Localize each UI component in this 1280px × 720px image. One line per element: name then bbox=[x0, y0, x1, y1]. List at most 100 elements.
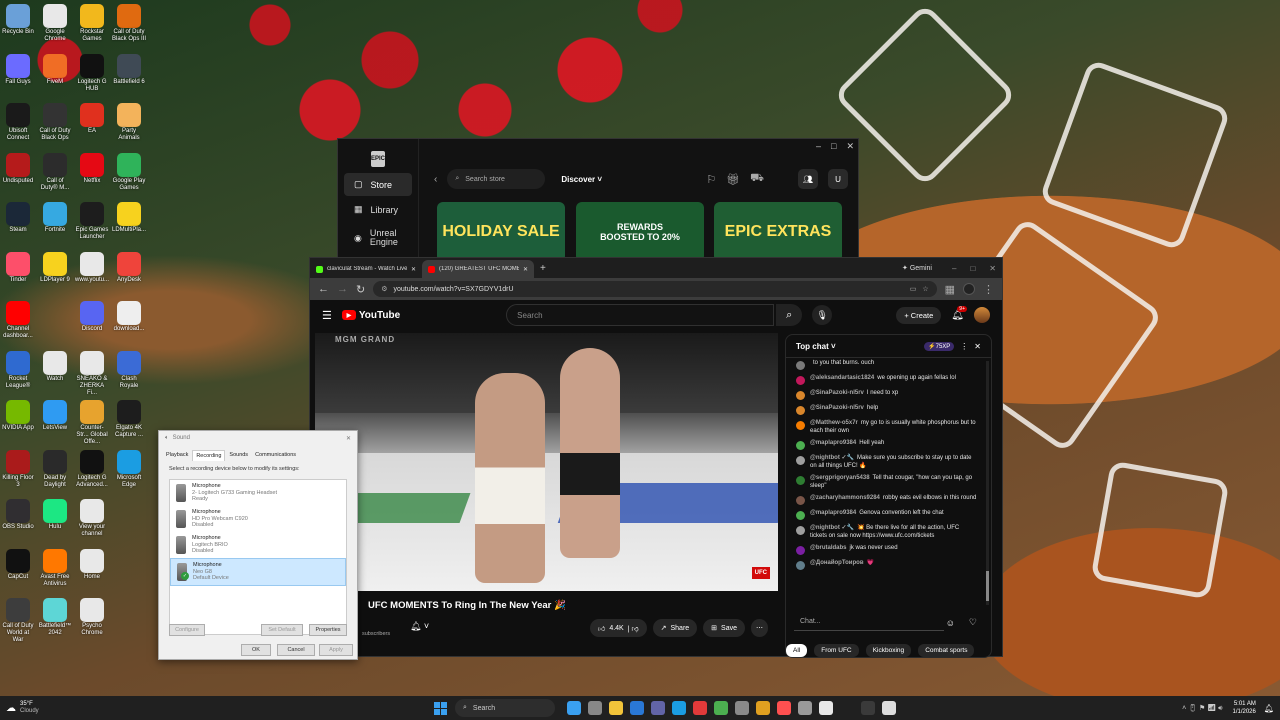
desktop-icon[interactable]: Dead by Daylight bbox=[38, 449, 72, 489]
close-icon[interactable]: ✕ bbox=[846, 141, 854, 152]
taskbar-app-icon[interactable] bbox=[608, 701, 623, 715]
minimize-icon[interactable]: – bbox=[816, 141, 821, 152]
reload-icon[interactable]: ↻ bbox=[356, 283, 365, 296]
device-item-selected[interactable]: ✓ Microphone Neo G8 Default Device bbox=[170, 558, 346, 586]
desktop-icon[interactable]: SNEAKO & ZHERKA Fi... bbox=[75, 350, 109, 397]
desktop-icon[interactable]: CapCut bbox=[1, 548, 35, 581]
hamburger-menu-icon[interactable]: ☰ bbox=[322, 309, 332, 322]
taskbar-app-icon[interactable] bbox=[881, 701, 896, 715]
desktop-icon[interactable]: Fall Guys bbox=[1, 53, 35, 86]
desktop-icon[interactable]: Fortnite bbox=[38, 202, 72, 234]
desktop-icon[interactable]: Channel dashboar... bbox=[1, 301, 35, 340]
avatar[interactable]: U bbox=[828, 169, 848, 189]
chat-message[interactable]: @ДонайорТоиров 💗 bbox=[786, 559, 985, 571]
tab-youtube[interactable]: (120) GREATEST UFC MOMENTS ✕ bbox=[422, 260, 534, 278]
chat-message[interactable]: @brutaldabs jk was never used bbox=[786, 544, 985, 556]
profile-avatar[interactable] bbox=[963, 283, 975, 295]
gift-icon[interactable]: 🎁︎ bbox=[726, 173, 740, 186]
avatar[interactable] bbox=[796, 421, 805, 430]
more-actions-icon[interactable]: ⋯ bbox=[751, 619, 769, 637]
device-item[interactable]: Microphone 2- Logitech G733 Gaming Headse… bbox=[170, 480, 346, 506]
desktop-icon[interactable]: NVIDIA App bbox=[1, 400, 35, 432]
close-icon[interactable]: ✕ bbox=[523, 266, 528, 273]
desktop-icon[interactable]: Hulu bbox=[38, 499, 72, 531]
desktop-icon[interactable]: Tinder bbox=[1, 251, 35, 284]
notification-bell-icon[interactable]: 🔔︎ bbox=[1264, 704, 1274, 713]
menu-dots-icon[interactable]: ⋮ bbox=[983, 283, 994, 296]
notifications-icon[interactable]: 🔔︎ 9+ bbox=[951, 305, 967, 321]
taskbar-app-icon[interactable] bbox=[839, 701, 854, 715]
chrome-window[interactable]: claviculat Stream - Watch Live ✕ (120) G… bbox=[309, 257, 1003, 658]
chat-author[interactable]: @aleksandartasic1824 bbox=[810, 375, 874, 381]
emoji-icon[interactable]: ☺ bbox=[946, 618, 955, 628]
save-button[interactable]: ⊞ Save bbox=[703, 619, 746, 637]
chat-author[interactable]: @Matthew-o5x7r bbox=[810, 420, 858, 426]
taskbar-app-icon[interactable] bbox=[650, 701, 665, 715]
tab-playback[interactable]: Playback bbox=[163, 450, 191, 461]
device-item[interactable]: Microphone HD Pro Webcam C920 Disabled bbox=[170, 506, 346, 532]
tab-communications[interactable]: Communications bbox=[252, 450, 299, 461]
maximize-icon[interactable]: □ bbox=[831, 141, 836, 152]
desktop-icon[interactable]: LetsView bbox=[38, 400, 72, 432]
desktop-icon[interactable]: EA bbox=[75, 103, 109, 135]
avatar[interactable] bbox=[796, 496, 805, 505]
taskbar-app-icon[interactable] bbox=[755, 701, 770, 715]
chat-message[interactable]: @nightbot ✓🔧 💥 Be there live for all the … bbox=[786, 524, 985, 541]
desktop-icon[interactable]: View your channel bbox=[75, 499, 109, 538]
avatar[interactable] bbox=[796, 361, 805, 370]
desktop-icon[interactable]: Undisputed bbox=[1, 152, 35, 185]
cart-icon[interactable]: ⛟ bbox=[750, 172, 764, 186]
desktop-icon[interactable]: Counter-Str... Global Offe... bbox=[75, 400, 109, 446]
desktop-icon[interactable]: Killing Floor 3 bbox=[1, 449, 35, 489]
chat-message[interactable]: @SinaPazoki-nl5rv help bbox=[786, 404, 985, 416]
desktop-icon[interactable]: Google Chrome bbox=[38, 4, 72, 43]
chat-author[interactable]: @maplapro9384 bbox=[810, 510, 856, 516]
chip-kickboxing[interactable]: Kickboxing bbox=[865, 644, 912, 657]
chip-combat-sports[interactable]: Combat sports bbox=[918, 644, 975, 657]
chat-message[interactable]: @nightbot ✓🔧 Make sure you subscribe to s… bbox=[786, 454, 985, 471]
avatar[interactable] bbox=[974, 307, 990, 323]
banner-rewards[interactable]: REWARDS BOOSTED TO 20% bbox=[576, 202, 704, 262]
back-icon[interactable]: ‹ bbox=[434, 174, 437, 185]
desktop-icon[interactable]: Psycho Chrome bbox=[75, 598, 109, 637]
tab-kick-stream[interactable]: claviculat Stream - Watch Live ✕ bbox=[310, 260, 422, 278]
back-icon[interactable]: ← bbox=[318, 283, 329, 295]
avatar[interactable] bbox=[796, 526, 805, 535]
avatar[interactable] bbox=[796, 546, 805, 555]
desktop-icon[interactable]: Battlefield™ 2042 bbox=[38, 598, 72, 637]
cancel-button[interactable]: Cancel bbox=[277, 644, 315, 656]
cast-icon[interactable]: ▭ bbox=[910, 285, 917, 293]
chat-author[interactable]: @brutaldabs bbox=[810, 545, 847, 551]
epic-logo[interactable]: EPIC bbox=[371, 151, 385, 167]
avatar[interactable] bbox=[796, 391, 805, 400]
chip-all[interactable]: All bbox=[786, 644, 808, 657]
epic-nav-store[interactable]: ▢ Store bbox=[344, 173, 412, 196]
desktop-icon[interactable]: download... bbox=[112, 301, 146, 333]
url-input[interactable]: ⚙ youtube.com/watch?v=SX7GDYV1drU ▭ ☆ bbox=[373, 281, 937, 297]
desktop-icon[interactable]: Discord bbox=[75, 301, 109, 333]
device-list[interactable]: Microphone 2- Logitech G733 Gaming Headse… bbox=[169, 479, 347, 635]
share-button[interactable]: ↗ Share bbox=[652, 619, 698, 637]
taskbar-app-icon[interactable] bbox=[713, 701, 728, 715]
apply-button[interactable]: Apply bbox=[319, 644, 353, 656]
scrollbar-thumb[interactable] bbox=[986, 571, 989, 601]
epic-nav-unreal[interactable]: ◉ Unreal Engine bbox=[344, 223, 412, 253]
extensions-icon[interactable]: ▦ bbox=[945, 283, 955, 296]
desktop-icon[interactable]: Rockstar Games bbox=[75, 4, 109, 43]
microphone-icon[interactable]: 🎙︎ bbox=[812, 305, 833, 325]
desktop-icon[interactable]: Avast Free Antivirus bbox=[38, 548, 72, 588]
desktop-icon[interactable]: Rocket League® bbox=[1, 350, 35, 390]
banner-holiday-sale[interactable]: HOLIDAY SALE bbox=[437, 202, 565, 262]
chat-message[interactable]: @maplapro9384 Genova convention left the … bbox=[786, 509, 985, 521]
desktop-icon[interactable]: Microsoft Edge bbox=[112, 449, 146, 489]
tray-icons[interactable]: ˄ 🔋︎ ⚑ 📶︎ 🔊︎ bbox=[1182, 704, 1222, 713]
chat-message[interactable]: @sergprigoryan5438 Tell that cougar, "how… bbox=[786, 474, 985, 491]
desktop-icon[interactable]: LDMultiPla... bbox=[112, 202, 146, 234]
maximize-icon[interactable]: □ bbox=[970, 264, 975, 273]
heart-icon[interactable]: ♡ bbox=[969, 617, 977, 628]
chat-scrollbar[interactable] bbox=[986, 361, 989, 605]
tab-recording[interactable]: Recording bbox=[192, 450, 226, 461]
desktop-icon[interactable]: Steam bbox=[1, 202, 35, 234]
new-tab-button[interactable]: + bbox=[540, 263, 546, 274]
taskbar-app-icon[interactable] bbox=[587, 701, 602, 715]
